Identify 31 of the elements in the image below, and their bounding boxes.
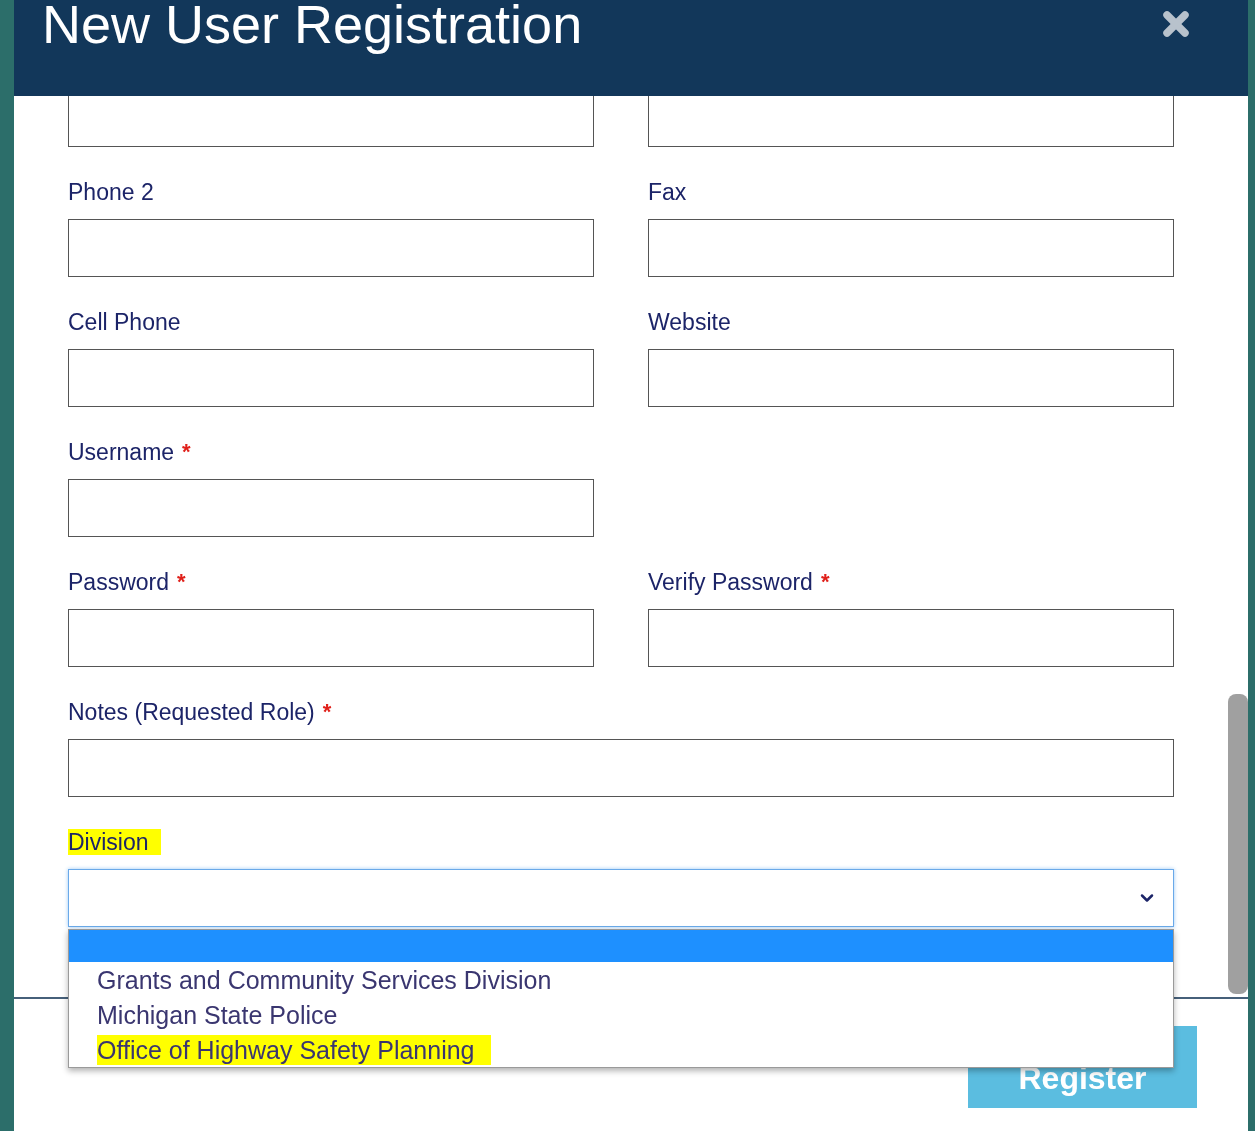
- field-label: Phone 2: [68, 179, 154, 205]
- dropdown-option[interactable]: Michigan State Police: [69, 997, 1173, 1032]
- field-label: Website: [648, 309, 731, 335]
- field-label: Verify Password: [648, 569, 813, 595]
- text-field[interactable]: [648, 349, 1174, 407]
- text-field[interactable]: [648, 609, 1174, 667]
- text-field[interactable]: [648, 96, 1174, 147]
- text-field[interactable]: [68, 609, 594, 667]
- required-asterisk: *: [182, 439, 191, 465]
- text-field[interactable]: [68, 349, 594, 407]
- required-asterisk: *: [820, 569, 830, 595]
- field-label: Username: [68, 439, 175, 465]
- option-text: Office of Highway Safety Planning: [97, 1034, 491, 1065]
- dropdown-option[interactable]: Office of Highway Safety Planning: [69, 1032, 1173, 1067]
- text-field[interactable]: [68, 739, 1174, 797]
- text-field[interactable]: [68, 479, 594, 537]
- scrollbar-thumb[interactable]: [1228, 694, 1248, 994]
- option-text: Michigan State Police: [97, 999, 338, 1030]
- required-asterisk: *: [322, 699, 332, 725]
- text-field[interactable]: [648, 219, 1174, 277]
- dropdown-option[interactable]: Grants and Community Services Division: [69, 962, 1173, 997]
- field-label: Cell Phone: [68, 309, 181, 335]
- text-field[interactable]: [68, 219, 594, 277]
- required-asterisk: *: [177, 569, 186, 595]
- dialog-title: New User Registration: [42, 0, 583, 52]
- option-text: Grants and Community Services Division: [97, 964, 552, 995]
- field-label: Fax: [648, 179, 687, 205]
- field-label: Division: [68, 829, 161, 855]
- field-label: Notes (Requested Role): [68, 699, 315, 725]
- text-field[interactable]: [68, 96, 594, 147]
- field-label: Password: [68, 569, 169, 595]
